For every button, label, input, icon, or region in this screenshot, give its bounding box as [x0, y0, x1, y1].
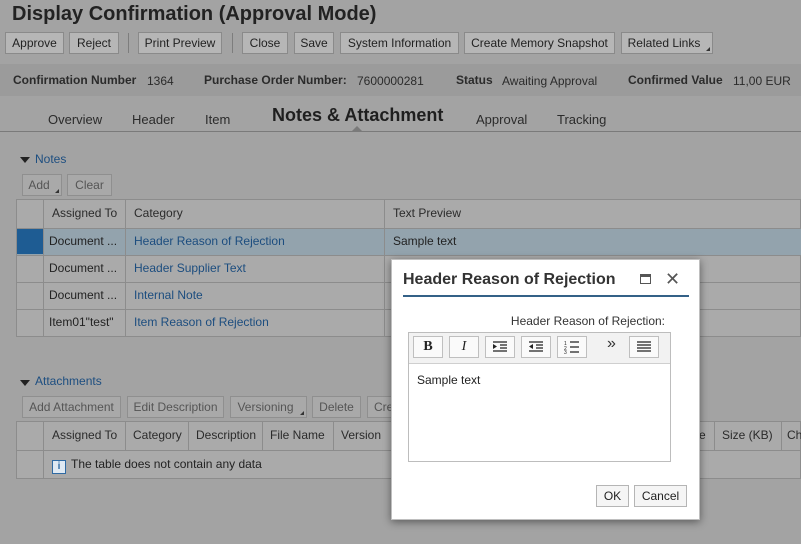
column-header-file-name[interactable]: File Name [264, 422, 332, 449]
notes-clear-button[interactable]: Clear [67, 174, 112, 196]
column-header-changed[interactable]: Ch [783, 422, 801, 449]
maximize-icon[interactable] [640, 274, 651, 284]
column-header-text-preview[interactable]: Text Preview [387, 200, 637, 227]
system-information-button[interactable]: System Information [340, 32, 459, 54]
numbered-list-icon[interactable]: 123 [557, 336, 587, 358]
grid-line [781, 422, 782, 450]
column-header-description[interactable]: Description [190, 422, 262, 449]
column-header-assigned-to[interactable]: Assigned To [46, 200, 124, 227]
active-tab-indicator [352, 126, 362, 131]
column-header-category[interactable]: Category [127, 422, 187, 449]
status-value: Awaiting Approval [502, 74, 598, 88]
tab-tracking[interactable]: Tracking [557, 112, 606, 127]
svg-text:3: 3 [564, 350, 567, 354]
tab-item[interactable]: Item [205, 112, 230, 127]
save-button[interactable]: Save [294, 32, 334, 54]
cancel-button[interactable]: Cancel [634, 485, 687, 507]
toolbar-separator [232, 33, 233, 53]
table-row-assigned-to: Document ... [49, 234, 118, 248]
table-row-text-preview: Sample text [393, 234, 457, 248]
close-button[interactable]: Close [242, 32, 288, 54]
edit-description-button[interactable]: Edit Description [127, 396, 224, 418]
confirmation-number-value: 1364 [147, 74, 174, 88]
grid-line [125, 422, 126, 450]
rich-text-editor[interactable]: B I 123 » Sample text [408, 332, 671, 462]
confirmation-number-label: Confirmation Number [13, 73, 137, 87]
table-row-assigned-to: Item01"test" [49, 315, 114, 329]
more-options-icon[interactable]: » [607, 335, 616, 353]
ok-button[interactable]: OK [596, 485, 629, 507]
status-label: Status [456, 73, 493, 87]
tab-approval[interactable]: Approval [476, 112, 527, 127]
print-preview-button[interactable]: Print Preview [138, 32, 222, 54]
table-row-category-link[interactable]: Internal Note [128, 282, 378, 309]
editor-toolbar: B I 123 » [409, 333, 670, 364]
align-justify-icon[interactable] [629, 336, 659, 358]
table-row-assigned-to: Document ... [49, 288, 118, 302]
attachments-panel-title[interactable]: Attachments [35, 374, 102, 388]
table-row-category-link[interactable]: Header Reason of Rejection [128, 228, 378, 255]
empty-table-message: i The table does not contain any data [46, 451, 386, 478]
indent-icon[interactable] [485, 336, 515, 358]
notes-collapse-icon[interactable] [20, 157, 30, 163]
editor-content[interactable]: Sample text [417, 373, 480, 387]
close-icon[interactable]: ✕ [665, 268, 680, 290]
reject-button[interactable]: Reject [69, 32, 119, 54]
tab-strip-line [0, 131, 801, 132]
column-header-category[interactable]: Category [128, 200, 378, 227]
attachments-collapse-icon[interactable] [20, 380, 30, 386]
notes-panel-title[interactable]: Notes [35, 152, 66, 166]
italic-icon[interactable]: I [449, 336, 479, 358]
add-attachment-button[interactable]: Add Attachment [22, 396, 121, 418]
rejection-reason-dialog: Header Reason of Rejection ✕ Header Reas… [391, 259, 700, 520]
column-header-assigned-to[interactable]: Assigned To [46, 422, 124, 449]
approve-button[interactable]: Approve [5, 32, 64, 54]
editor-field-label: Header Reason of Rejection: [510, 314, 665, 328]
toolbar-separator [128, 33, 129, 53]
grid-line [188, 422, 189, 450]
tab-notes-attachment[interactable]: Notes & Attachment [272, 105, 443, 126]
grid-line [262, 422, 263, 450]
po-number-label: Purchase Order Number: [204, 73, 347, 87]
column-header-size[interactable]: Size (KB) [716, 422, 780, 449]
grid-line [125, 200, 126, 336]
related-links-button[interactable]: Related Links [621, 32, 713, 54]
confirmed-value: 11,00 EUR [733, 74, 791, 88]
versioning-button[interactable]: Versioning [230, 396, 307, 418]
grid-line [714, 422, 715, 450]
po-number-value: 7600000281 [357, 74, 424, 88]
notes-add-button[interactable]: Add [22, 174, 62, 196]
table-row-category-link[interactable]: Header Supplier Text [128, 255, 378, 282]
dialog-title: Header Reason of Rejection [403, 271, 616, 288]
tab-header[interactable]: Header [132, 112, 175, 127]
empty-table-text: The table does not contain any data [71, 457, 262, 471]
create-memory-snapshot-button[interactable]: Create Memory Snapshot [464, 32, 615, 54]
table-row-assigned-to: Document ... [49, 261, 118, 275]
dialog-title-underline [403, 295, 689, 297]
tab-overview[interactable]: Overview [48, 112, 102, 127]
grid-line [333, 422, 334, 450]
confirmed-value-label: Confirmed Value [628, 73, 723, 87]
table-row-category-link[interactable]: Item Reason of Rejection [128, 309, 378, 336]
page-title: Display Confirmation (Approval Mode) [12, 3, 377, 25]
delete-button[interactable]: Delete [312, 396, 361, 418]
column-header-version[interactable]: Version [335, 422, 390, 449]
grid-line [384, 200, 385, 336]
row-selector-selected[interactable] [17, 229, 43, 254]
outdent-icon[interactable] [521, 336, 551, 358]
bold-icon[interactable]: B [413, 336, 443, 358]
info-icon: i [52, 460, 66, 474]
